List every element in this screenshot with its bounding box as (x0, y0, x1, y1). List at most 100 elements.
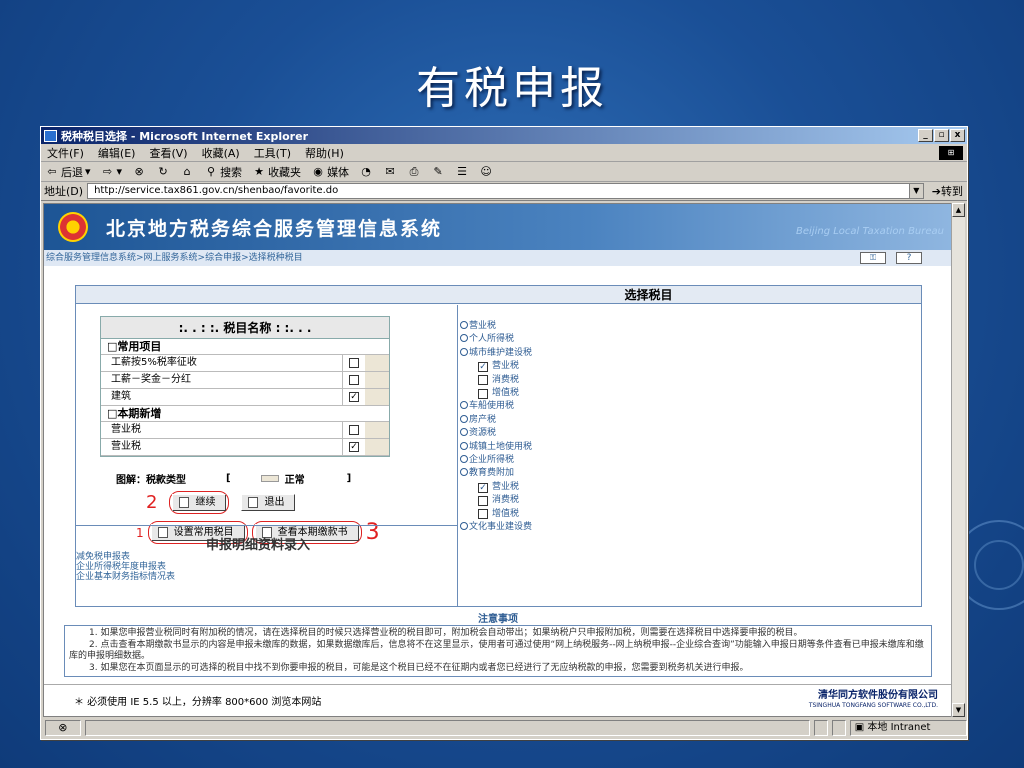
windows-logo-icon: ⊞ (939, 145, 963, 160)
tree-item[interactable]: 城市维护建设税 (460, 347, 532, 360)
tree-item[interactable]: 企业所得税 (460, 454, 532, 467)
tree-label: 消费税 (492, 495, 520, 506)
tree-checkbox[interactable] (478, 509, 488, 520)
menu-favorites[interactable]: 收藏(A) (202, 145, 240, 161)
tax-item-checkbox-checked[interactable]: ✓ (349, 442, 359, 452)
continue-button[interactable]: 继续 (172, 494, 227, 511)
security-zone: ▣ 本地 Intranet (849, 720, 967, 736)
edit-icon[interactable]: ✎ (431, 165, 445, 179)
tree-subitem: 增值税 (460, 387, 532, 400)
breadcrumb: 综合服务管理信息系统>网上服务系统>综合申报>选择税种税目 ⚿ ? (44, 250, 952, 266)
messenger-icon[interactable]: ☺ (479, 165, 493, 179)
mail-icon[interactable]: ✉ (383, 165, 397, 179)
tree-checkbox[interactable] (478, 388, 488, 399)
panel-title: 选择税目 (76, 286, 921, 304)
vertical-scrollbar[interactable]: ▲ ▼ (951, 203, 965, 717)
tax-item-name: 营业税 (101, 422, 343, 438)
detail-link[interactable]: 企业基本财务指标情况表 (76, 572, 175, 582)
scroll-down-icon[interactable]: ▼ (952, 703, 965, 717)
detail-link[interactable]: 企业所得税年度申报表 (76, 562, 175, 572)
tree-item[interactable]: 文化事业建设费 (460, 521, 532, 534)
note-item: 3. 如果您在本页面显示的可选择的税目中找不到你要申报的税目，可能是这个税目已经… (89, 662, 749, 673)
company-logo: 清华同方软件股份有限公司 TSINGHUA TONGFANG SOFTWARE … (808, 690, 938, 711)
tree-item[interactable]: 车船使用税 (460, 400, 532, 413)
favorites-button[interactable]: ★ 收藏夹 (252, 164, 301, 180)
menu-view[interactable]: 查看(V) (149, 145, 187, 161)
menu-tools[interactable]: 工具(T) (254, 145, 291, 161)
refresh-icon[interactable]: ↻ (156, 165, 170, 179)
tax-item-checkbox-checked[interactable]: ✓ (349, 392, 359, 402)
address-bar: 地址(D) http://service.tax861.gov.cn/shenb… (41, 182, 967, 201)
expand-icon (460, 441, 468, 450)
menu-help[interactable]: 帮助(H) (305, 145, 344, 161)
history-icon[interactable]: ◔ (359, 165, 373, 179)
minimize-button[interactable]: _ (918, 129, 933, 142)
breadcrumb-text[interactable]: 综合服务管理信息系统>网上服务系统>综合申报>选择税种税目 (46, 253, 303, 263)
menu-bar: 文件(F) 编辑(E) 查看(V) 收藏(A) 工具(T) 帮助(H) ⊞ (41, 144, 967, 162)
tree-label: 营业税 (492, 361, 520, 372)
address-dropdown-icon[interactable]: ▼ (908, 184, 923, 198)
tree-label: 企业所得税 (469, 455, 515, 466)
tree-subitem: ✓ 营业税 (460, 481, 532, 494)
new-items-section[interactable]: □本期新增 (101, 406, 389, 422)
notes-section: 注意事项 1. 如果您申报营业税同时有附加税的情况，请在选择税目的时候只选择营业… (44, 610, 952, 677)
tax-item-checkbox[interactable] (349, 375, 359, 385)
back-arrow-icon: ⇦ (47, 164, 57, 178)
company-english-name: TSINGHUA TONGFANG SOFTWARE CO.,LTD. (808, 701, 938, 709)
tax-item-name: 营业税 (101, 439, 343, 455)
left-divider (76, 525, 457, 526)
common-items-section[interactable]: □常用项目 (101, 339, 389, 355)
go-button[interactable]: ➔转到 (928, 183, 967, 199)
address-value: http://service.tax861.gov.cn/shenbao/fav… (94, 185, 339, 196)
media-button[interactable]: ◉ 媒体 (311, 164, 349, 180)
expand-icon (460, 414, 468, 423)
search-label: 搜索 (220, 165, 243, 179)
detail-link[interactable]: 减免税申报表 (76, 552, 175, 562)
annotation-3: 3 (365, 520, 380, 545)
forward-button[interactable]: ⇨ ▾ (101, 165, 122, 179)
legend-normal-label: 正常 (284, 475, 305, 486)
search-button[interactable]: ⚲ 搜索 (204, 164, 242, 180)
go-arrow-icon: ➔ (931, 185, 941, 198)
tree-checkbox-checked[interactable]: ✓ (478, 361, 488, 372)
tree-item[interactable]: 营业税 (460, 320, 532, 333)
scroll-up-icon[interactable]: ▲ (952, 203, 965, 217)
maximize-button[interactable]: ▫ (934, 129, 949, 142)
key-icon[interactable]: ⚿ (860, 252, 886, 264)
stop-icon[interactable]: ⊗ (132, 165, 146, 179)
home-icon[interactable]: ⌂ (180, 165, 194, 179)
menu-file[interactable]: 文件(F) (47, 145, 84, 161)
search-icon: ⚲ (207, 164, 216, 178)
status-text (84, 720, 810, 736)
back-button[interactable]: ⇦ 后退 ▾ (45, 164, 90, 180)
print-icon[interactable]: ⎙ (407, 165, 421, 179)
ie-icon (44, 129, 57, 142)
tree-item[interactable]: 房产税 (460, 414, 532, 427)
legend-label: 图解：税款类型 (116, 475, 186, 486)
expand-icon (460, 522, 468, 531)
table-row: 营业税 ✓ (101, 439, 389, 456)
site-banner: 北京地方税务综合服务管理信息系统 Beijing Local Taxation … (44, 204, 952, 250)
help-button[interactable]: ? (896, 252, 922, 264)
tree-item[interactable]: 城镇土地使用税 (460, 441, 532, 454)
discuss-icon[interactable]: ☰ (455, 165, 469, 179)
legend-bracket: ] (346, 473, 352, 484)
tree-label: 增值税 (492, 388, 520, 399)
tax-item-checkbox[interactable] (349, 358, 359, 368)
tree-label: 教育费附加 (469, 468, 515, 479)
close-button[interactable]: x (950, 129, 965, 142)
tree-checkbox[interactable] (478, 375, 488, 386)
legend: 图解：税款类型 [ 正常 ] (116, 471, 386, 486)
tree-label: 文化事业建设费 (469, 522, 533, 533)
tree-item[interactable]: 教育费附加 (460, 467, 532, 480)
exit-button[interactable]: 退出 (241, 494, 296, 511)
tree-checkbox[interactable] (478, 495, 488, 506)
tree-item[interactable]: 资源税 (460, 427, 532, 440)
tree-item[interactable]: 个人所得税 (460, 333, 532, 346)
notes-box: 1. 如果您申报营业税同时有附加税的情况，请在选择税目的时候只选择营业税的税目即… (64, 626, 932, 677)
tree-label: 营业税 (492, 481, 520, 492)
address-input[interactable]: http://service.tax861.gov.cn/shenbao/fav… (87, 183, 924, 199)
tax-item-checkbox[interactable] (349, 425, 359, 435)
tree-checkbox-checked[interactable]: ✓ (478, 482, 488, 493)
menu-edit[interactable]: 编辑(E) (98, 145, 136, 161)
